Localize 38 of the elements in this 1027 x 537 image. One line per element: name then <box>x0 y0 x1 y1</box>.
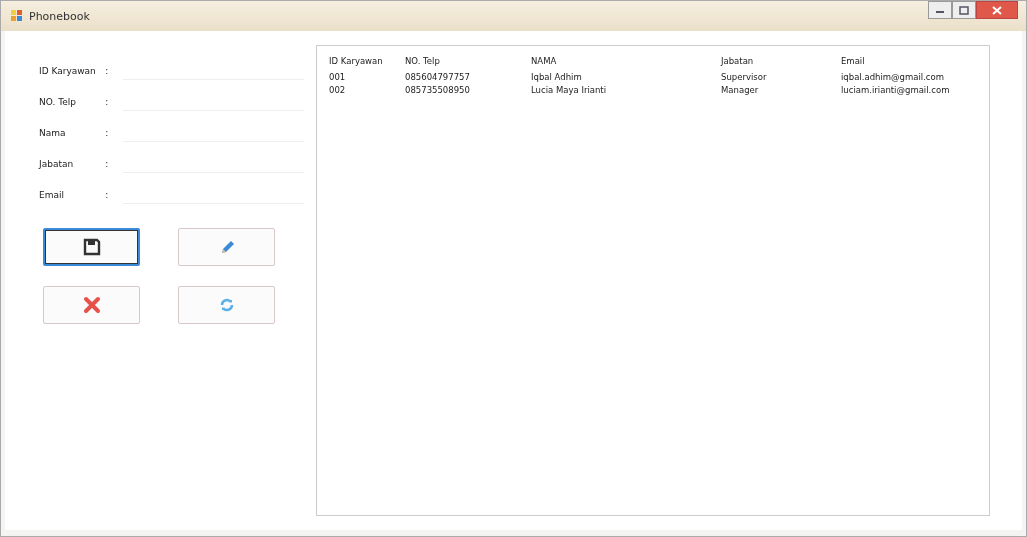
maximize-icon <box>959 5 969 15</box>
close-button[interactable] <box>976 1 1018 19</box>
table-cell-text: Manager <box>720 83 760 96</box>
minimize-button[interactable] <box>928 1 952 19</box>
column-header: NO. Telp <box>404 55 441 68</box>
edit-button[interactable] <box>178 228 275 266</box>
column-header: ID Karyawan <box>328 55 384 68</box>
table-cell-text: iqbal.adhim@gmail.com <box>840 70 946 83</box>
field-label: Nama <box>39 127 67 138</box>
table-cell-text: Supervisor <box>720 70 768 83</box>
save-button[interactable] <box>43 228 140 266</box>
table-cell-text: 085735508950 <box>404 83 471 96</box>
table-cell-text: Lucia Maya Irianti <box>530 83 608 96</box>
table-cell-text: 001 <box>328 70 347 83</box>
colon-text: : <box>105 127 110 138</box>
field-label: NO. Telp <box>39 96 77 107</box>
table-cell-text: Iqbal Adhim <box>530 70 583 83</box>
delete-icon <box>82 296 101 314</box>
window-title: Phonebook <box>29 9 90 23</box>
column-header: Jabatan <box>719 55 755 68</box>
app-icon <box>11 10 23 22</box>
table-cell-text: 002 <box>328 83 347 96</box>
colon-text: : <box>105 96 110 107</box>
table-cell-text: luciam.irianti@gmail.com <box>840 83 951 96</box>
close-icon <box>992 5 1002 15</box>
column-header: Email <box>840 55 866 68</box>
colon-text: : <box>105 65 110 76</box>
table-cell-text: 085604797757 <box>404 70 471 83</box>
refresh-button[interactable] <box>178 286 275 324</box>
colon-text: : <box>105 158 110 169</box>
delete-button[interactable] <box>43 286 140 324</box>
maximize-button[interactable] <box>952 1 976 19</box>
field-label: Email <box>39 189 65 200</box>
refresh-icon <box>218 297 235 313</box>
field-label: Jabatan <box>39 158 75 169</box>
colon-text: : <box>105 189 110 200</box>
column-header: NAMA <box>530 55 558 68</box>
field-label: ID Karyawan <box>39 65 97 76</box>
